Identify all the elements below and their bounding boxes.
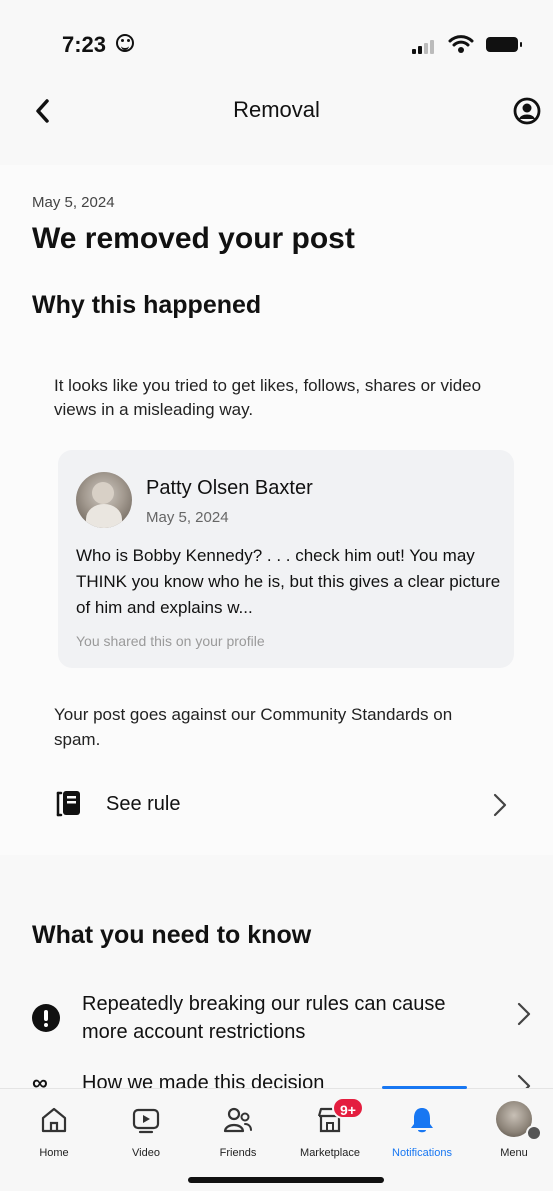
post-text: Who is Bobby Kennedy? . . . check him ou…	[76, 546, 501, 617]
infinity-icon: ∞	[32, 1070, 48, 1089]
chevron-right-icon	[517, 1074, 531, 1088]
tab-label: Video	[132, 1147, 160, 1159]
home-icon	[41, 1107, 67, 1133]
tab-label: Menu	[500, 1147, 528, 1159]
bell-icon	[411, 1108, 433, 1133]
headline: We removed your post	[32, 222, 355, 255]
avatar	[76, 472, 132, 528]
cellular-signal-icon	[412, 38, 438, 54]
alert-circle-icon	[32, 1004, 60, 1032]
know-heading: What you need to know	[32, 921, 312, 949]
explanation-text: It looks like you tried to get likes, fo…	[54, 376, 482, 419]
know-item-label: Repeatedly breaking our rules can cause …	[82, 993, 446, 1043]
tab-label: Home	[39, 1147, 69, 1159]
tab-label: Notifications	[392, 1147, 452, 1159]
home-indicator[interactable]	[188, 1177, 384, 1183]
decision-info-item[interactable]: ∞ How we made this decision	[30, 1068, 535, 1088]
account-circle-icon[interactable]	[513, 97, 541, 125]
why-heading: Why this happened	[32, 291, 262, 319]
know-item-label: How we made this decision	[82, 1072, 325, 1088]
screen: 7:23 Removal May 5, 2024 We removed your…	[0, 0, 553, 1191]
page-title: Removal	[233, 97, 320, 122]
battery-icon	[486, 37, 522, 52]
tab-notifications[interactable]: Notifications	[382, 1089, 462, 1169]
post-author: Patty Olsen Baxter	[146, 477, 313, 499]
bottom-tab-bar: Home Video Friends Marketplace Notificat…	[0, 1086, 553, 1191]
post-shared-note: You shared this on your profile	[76, 633, 265, 649]
smiley-icon	[116, 34, 134, 52]
account-restrictions-item[interactable]: Repeatedly breaking our rules can cause …	[30, 988, 535, 1048]
chevron-right-icon	[493, 793, 507, 817]
menu-lines-icon	[526, 1125, 542, 1141]
see-rule-label: See rule	[106, 793, 181, 815]
tab-video[interactable]: Video	[106, 1089, 186, 1169]
wifi-icon	[448, 35, 474, 53]
tab-menu[interactable]: Menu	[474, 1089, 553, 1169]
post-date: May 5, 2024	[146, 509, 229, 526]
tab-label: Friends	[219, 1147, 257, 1159]
violation-text: Your post goes against our Community Sta…	[54, 705, 453, 749]
tab-label: Marketplace	[300, 1147, 360, 1159]
video-icon	[132, 1108, 160, 1134]
friends-icon	[223, 1107, 252, 1133]
tab-friends[interactable]: Friends	[198, 1089, 278, 1169]
marketplace-notification-badge: 9+	[332, 1097, 364, 1119]
status-time: 7:23	[62, 32, 107, 57]
rule-book-icon	[56, 791, 80, 817]
removal-date: May 5, 2024	[32, 194, 115, 211]
tab-home[interactable]: Home	[14, 1089, 94, 1169]
see-rule-button[interactable]: See rule	[50, 783, 520, 827]
chevron-right-icon	[517, 1002, 531, 1026]
